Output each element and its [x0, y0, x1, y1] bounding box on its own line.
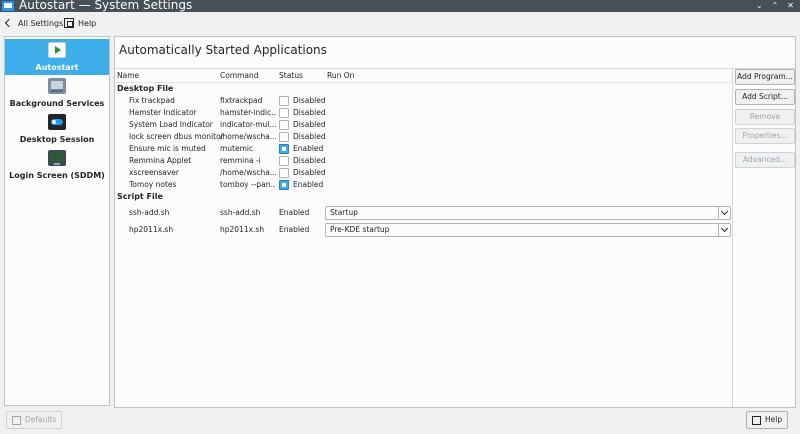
help-icon	[64, 18, 74, 28]
row-status: Enabled	[293, 144, 324, 153]
main-panel: Automatically Started Applications Name …	[114, 36, 796, 408]
row-name: Remmina Applet	[129, 156, 192, 165]
desktop-session-icon	[48, 114, 66, 130]
autostart-icon	[48, 42, 66, 58]
row-name: Ensure mic is muted	[129, 144, 206, 153]
sidebar-item-login-screen[interactable]: Login Screen (SDDM)	[5, 147, 109, 183]
row-status: Disabled	[293, 96, 326, 105]
enable-checkbox[interactable]	[279, 156, 289, 166]
table-row[interactable]: xscreensaver /home/wscha... Disabled	[115, 167, 732, 179]
row-command: remmina -i	[220, 156, 261, 165]
table-row[interactable]: Tomoy notes tomboy --pan... Enabled	[115, 179, 732, 191]
row-name: Tomoy notes	[129, 180, 177, 189]
background-services-icon	[48, 78, 66, 94]
row-status: Disabled	[293, 108, 326, 117]
help-button[interactable]: Help	[746, 411, 789, 429]
row-command: hamster-indic...	[220, 108, 276, 117]
properties-button[interactable]: Properties...	[735, 128, 795, 144]
sidebar-item-label: Autostart	[35, 63, 79, 72]
enable-checkbox[interactable]	[279, 168, 289, 178]
column-header-name[interactable]: Name	[117, 70, 139, 82]
run-on-value: Pre-KDE startup	[330, 225, 390, 234]
row-status: Disabled	[293, 132, 326, 141]
table-row[interactable]: lock screen dbus monitor /home/wscha... …	[115, 131, 732, 143]
autostart-tree[interactable]: Name Command Status Run On Desktop File …	[115, 69, 733, 407]
row-status: Disabled	[293, 120, 326, 129]
table-row[interactable]: ssh-add.sh ssh-add.sh Enabled Startup	[115, 206, 732, 220]
row-name: hp2011x.sh	[129, 225, 174, 234]
defaults-button[interactable]: Defaults	[6, 411, 63, 429]
toolbar: All Settings Help	[0, 12, 800, 34]
table-row[interactable]: Ensure mic is muted mutemic Enabled	[115, 143, 732, 155]
advanced-button[interactable]: Advanced...	[735, 152, 795, 168]
enable-checkbox[interactable]	[279, 180, 289, 190]
row-status: Disabled	[293, 168, 326, 177]
sidebar-item-label: Background Services	[9, 99, 105, 108]
run-on-value: Startup	[330, 208, 358, 217]
add-program-button[interactable]: Add Program...	[735, 69, 795, 85]
help-label: Help	[765, 415, 783, 424]
row-name: Hamster Indicator	[129, 108, 197, 117]
enable-checkbox[interactable]	[279, 96, 289, 106]
group-desktop-file: Desktop File	[117, 84, 174, 93]
help-menu-button[interactable]: Help	[64, 17, 96, 29]
row-command: indicator-mul...	[220, 120, 276, 129]
add-script-button[interactable]: Add Script...	[735, 89, 795, 105]
chevron-down-icon[interactable]	[718, 207, 730, 219]
column-header-row: Name Command Status Run On	[115, 69, 732, 83]
row-status: Disabled	[293, 156, 326, 165]
chevron-down-icon[interactable]	[718, 224, 730, 236]
run-on-select[interactable]: Startup	[325, 206, 731, 220]
row-command: hp2011x.sh	[220, 225, 265, 234]
table-row[interactable]: Fix trackpad fixtrackpad Disabled	[115, 95, 732, 107]
enable-checkbox[interactable]	[279, 120, 289, 130]
table-row[interactable]: hp2011x.sh hp2011x.sh Enabled Pre-KDE st…	[115, 223, 732, 237]
sidebar-item-autostart[interactable]: Autostart	[5, 39, 109, 75]
system-settings-icon	[2, 1, 14, 11]
row-name: ssh-add.sh	[129, 208, 170, 217]
all-settings-button[interactable]: All Settings	[2, 17, 63, 29]
enable-checkbox[interactable]	[279, 132, 289, 142]
column-header-run-on[interactable]: Run On	[327, 70, 354, 82]
help-icon	[752, 415, 761, 425]
row-name: lock screen dbus monitor	[129, 132, 224, 141]
sidebar-item-desktop-session[interactable]: Desktop Session	[5, 111, 109, 147]
window-controls: ⌄ ⌃ ✕	[756, 1, 794, 11]
row-command: mutemic	[220, 144, 254, 153]
row-status: Enabled	[293, 180, 324, 189]
sidebar-item-label: Login Screen (SDDM)	[9, 171, 105, 180]
back-arrow-icon	[4, 18, 14, 28]
table-row[interactable]: System Load Indicator indicator-mul... D…	[115, 119, 732, 131]
login-screen-icon	[48, 150, 66, 166]
row-name: xscreensaver	[129, 168, 180, 177]
enable-checkbox[interactable]	[279, 144, 289, 154]
column-header-status[interactable]: Status	[279, 70, 303, 82]
row-name: System Load Indicator	[129, 120, 213, 129]
close-icon[interactable]: ✕	[787, 1, 794, 11]
minimize-icon[interactable]: ⌄	[756, 1, 763, 11]
run-on-select[interactable]: Pre-KDE startup	[325, 223, 731, 237]
row-name: Fix trackpad	[129, 96, 175, 105]
enable-checkbox[interactable]	[279, 108, 289, 118]
defaults-label: Defaults	[25, 415, 57, 424]
column-header-command[interactable]: Command	[220, 70, 259, 82]
row-command: ssh-add.sh	[220, 208, 261, 217]
sidebar-item-background-services[interactable]: Background Services	[5, 75, 109, 111]
remove-button[interactable]: Remove	[735, 109, 795, 125]
all-settings-label: All Settings	[18, 18, 64, 28]
help-menu-label: Help	[78, 18, 97, 28]
row-command: /home/wscha...	[220, 132, 276, 141]
sidebar-item-label: Desktop Session	[19, 135, 95, 144]
row-command: tomboy --pan...	[220, 180, 276, 189]
title-bar: Autostart — System Settings ⌄ ⌃ ✕	[0, 0, 800, 12]
row-command: fixtrackpad	[220, 96, 263, 105]
table-row[interactable]: Hamster Indicator hamster-indic... Disab…	[115, 107, 732, 119]
group-script-file: Script File	[117, 192, 163, 201]
maximize-icon[interactable]: ⌃	[772, 1, 779, 11]
row-command: /home/wscha...	[220, 168, 276, 177]
page-title: Automatically Started Applications	[119, 43, 327, 57]
table-row[interactable]: Remmina Applet remmina -i Disabled	[115, 155, 732, 167]
sidebar: Autostart Background Services Desktop Se…	[4, 36, 110, 406]
defaults-icon	[12, 415, 21, 425]
